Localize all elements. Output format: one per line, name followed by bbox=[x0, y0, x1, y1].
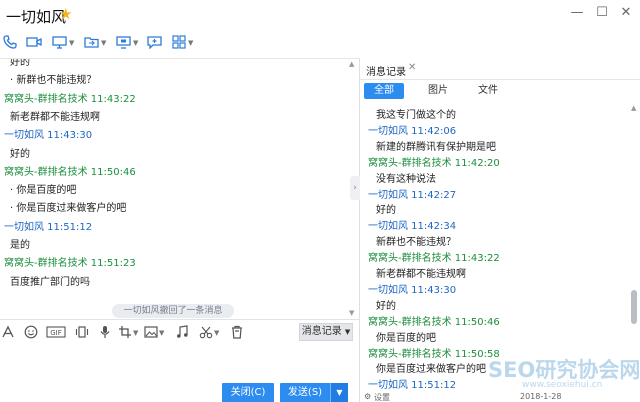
history-sender-time: 一切如风 11:42:06 bbox=[368, 125, 457, 137]
svg-text:GIF: GIF bbox=[50, 329, 62, 337]
history-message-text: 新建的群腾讯有保护期是吧 bbox=[376, 141, 496, 153]
history-filters: 全部 图片 文件 bbox=[360, 80, 640, 102]
scroll-up-icon[interactable]: ▲ bbox=[349, 60, 354, 68]
history-sender-time: 一切如风 11:42:27 bbox=[368, 189, 457, 201]
font-icon[interactable] bbox=[0, 325, 16, 341]
chevron-down-icon[interactable]: ▼ bbox=[101, 39, 106, 47]
trash-icon[interactable] bbox=[229, 325, 245, 341]
collapse-panel-handle[interactable]: › bbox=[350, 176, 360, 200]
history-sender-time: 窝窝头-群排名技术 11:42:20 bbox=[368, 157, 500, 169]
chevron-down-icon[interactable]: ▼ bbox=[133, 39, 138, 47]
close-chat-button[interactable]: 关闭(C) bbox=[222, 383, 274, 402]
message-text: 新老群都不能违规啊 bbox=[10, 111, 100, 123]
filter-images[interactable]: 图片 bbox=[418, 83, 458, 99]
history-sender-time: 一切如风 11:43:30 bbox=[368, 284, 457, 296]
message-sender-time: 一切如风 11:51:12 bbox=[4, 221, 93, 233]
input-toolbar: GIF ▼ ▼ ▼ 消息记录 ▼ bbox=[0, 319, 359, 345]
video-icon[interactable] bbox=[26, 35, 42, 51]
message-text: 是的 bbox=[10, 240, 30, 251]
message-text: 百度推广部门的吗 bbox=[10, 276, 90, 288]
remote-desktop-icon[interactable] bbox=[116, 35, 132, 51]
scissors-icon[interactable] bbox=[198, 325, 214, 341]
history-sender-time: 一切如风 11:42:34 bbox=[368, 221, 457, 233]
chevron-down-icon[interactable]: ▼ bbox=[133, 329, 138, 337]
message-text: · 新群也不能违规？ bbox=[10, 75, 97, 87]
music-icon[interactable] bbox=[174, 325, 190, 341]
history-message-text: 你是百度的吧 bbox=[376, 332, 436, 344]
message-history-button[interactable]: 消息记录 ▼ bbox=[299, 323, 353, 341]
star-icon[interactable]: ★ bbox=[59, 5, 72, 23]
screen-share-icon[interactable] bbox=[52, 35, 68, 51]
history-sender-time: 窝窝头-群排名技术 11:50:58 bbox=[368, 348, 500, 360]
history-sender-time: 一切如风 11:51:12 bbox=[368, 380, 457, 392]
maximize-button[interactable]: ☐ bbox=[592, 4, 612, 22]
chevron-down-icon[interactable]: ▼ bbox=[188, 39, 193, 47]
file-transfer-icon[interactable] bbox=[84, 35, 100, 51]
history-scrollbar-thumb[interactable] bbox=[631, 290, 637, 324]
add-chat-icon[interactable] bbox=[147, 35, 163, 51]
gear-icon[interactable]: ⚙ bbox=[364, 392, 371, 401]
message-text: · 你是百度过来做客户的吧 bbox=[10, 203, 127, 215]
scroll-down-icon[interactable]: ▼ bbox=[349, 309, 354, 317]
history-message-text: 新群也不能违规？ bbox=[376, 237, 456, 249]
settings-label[interactable]: 设置 bbox=[374, 392, 390, 402]
send-options-dropdown[interactable]: ▼ bbox=[330, 383, 348, 402]
message-sender-time: 一切如风 11:43:30 bbox=[4, 130, 93, 142]
history-message-text: 新老群都不能违规啊 bbox=[376, 269, 466, 280]
message-text: 好的 bbox=[10, 59, 30, 68]
history-message-text: 好的 bbox=[376, 205, 396, 217]
tab-message-history[interactable]: 消息记录 bbox=[366, 63, 406, 78]
message-text: · 你是百度的吧 bbox=[10, 185, 77, 197]
history-panel: 消息记录 ✕ 全部 图片 文件 我这专门做这个的一切如风 11:42:06 新建的… bbox=[360, 58, 640, 402]
message-text: 好的 bbox=[10, 148, 30, 160]
image-icon[interactable] bbox=[143, 325, 159, 341]
history-message-text: 没有这种说法 bbox=[376, 173, 436, 185]
close-button[interactable]: ✕ bbox=[616, 4, 636, 22]
send-button[interactable]: 发送(S) bbox=[280, 383, 330, 402]
chat-toolbar: ▼ ▼ ▼ ▼ bbox=[0, 30, 640, 58]
shake-icon[interactable] bbox=[74, 325, 90, 341]
chevron-down-icon[interactable]: ▼ bbox=[159, 329, 164, 337]
message-sender-time: 窝窝头-群排名技术 11:43:22 bbox=[4, 93, 136, 105]
message-sender-time: 窝窝头-群排名技术 11:50:46 bbox=[4, 166, 136, 178]
chevron-down-icon[interactable]: ▼ bbox=[214, 329, 219, 337]
filter-all[interactable]: 全部 bbox=[364, 83, 404, 99]
history-sender-time: 窝窝头-群排名技术 11:50:46 bbox=[368, 316, 500, 328]
window-title: 一切如风 bbox=[6, 8, 67, 26]
message-input[interactable]: 关闭(C) 发送(S) ▼ bbox=[0, 345, 359, 402]
close-icon[interactable]: ✕ bbox=[408, 62, 416, 73]
history-date[interactable]: 2018-1-28 bbox=[520, 392, 561, 401]
recall-notice: 一切如风撤回了一条消息 bbox=[112, 304, 234, 318]
chat-messages[interactable]: 好的 · 新群也不能违规？ 窝窝头-群排名技术 11:43:22 新老群都不能违规啊一… bbox=[0, 59, 359, 319]
chevron-down-icon[interactable]: ▼ bbox=[69, 39, 74, 47]
screenshot-icon[interactable] bbox=[117, 325, 133, 341]
minimize-button[interactable]: — bbox=[567, 4, 587, 22]
message-sender-time: 窝窝头-群排名技术 11:51:23 bbox=[4, 258, 136, 270]
history-message-text: 好的 bbox=[376, 300, 396, 312]
history-tab-bar: 消息记录 ✕ bbox=[360, 58, 640, 80]
phone-icon[interactable] bbox=[2, 35, 18, 51]
title-bar: 一切如风 ★ — ☐ ✕ bbox=[0, 0, 640, 30]
history-sender-time: 窝窝头-群排名技术 11:43:22 bbox=[368, 253, 500, 265]
history-footer: ⚙ 设置 2018-1-28 bbox=[360, 392, 640, 402]
emoji-icon[interactable] bbox=[23, 325, 39, 341]
scroll-up-icon[interactable]: ▲ bbox=[631, 104, 636, 112]
history-message-text: 我这专门做这个的 bbox=[376, 110, 456, 121]
gif-icon[interactable]: GIF bbox=[46, 325, 66, 341]
history-message-text: 你是百度过来做客户的吧 bbox=[376, 364, 486, 376]
filter-files[interactable]: 文件 bbox=[468, 83, 508, 99]
voice-icon[interactable] bbox=[97, 325, 113, 341]
apps-icon[interactable] bbox=[171, 35, 187, 51]
